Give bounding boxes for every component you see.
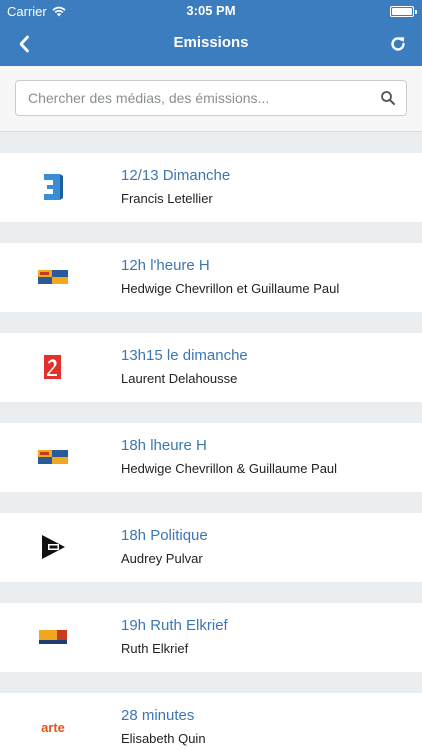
emission-list: 12/13 Dimanche Francis Letellier 12h l'h…	[0, 153, 422, 750]
emission-host: Audrey Pulvar	[121, 551, 203, 566]
emission-title: 19h Ruth Elkrief	[121, 617, 228, 634]
itele-logo	[22, 525, 84, 569]
emission-host: Elisabeth Quin	[121, 731, 206, 746]
france3-logo	[22, 165, 84, 209]
emission-row[interactable]: 18h lheure H Hedwige Chevrillon & Guilla…	[0, 423, 422, 492]
emission-title: 28 minutes	[121, 707, 195, 724]
search-icon[interactable]	[380, 90, 396, 106]
bfmtv-logo	[22, 615, 84, 659]
emission-host: Ruth Elkrief	[121, 641, 189, 656]
emission-row[interactable]: 12/13 Dimanche Francis Letellier	[0, 153, 422, 222]
arte-logo: arte	[41, 719, 65, 735]
emission-host: Hedwige Chevrillon et Guillaume Paul	[121, 281, 340, 296]
refresh-button[interactable]	[384, 30, 412, 58]
emission-host: Hedwige Chevrillon & Guillaume Paul	[121, 461, 338, 476]
emission-title: 18h lheure H	[121, 437, 207, 454]
search-input[interactable]	[28, 81, 378, 115]
battery-icon	[390, 6, 417, 17]
emission-row[interactable]: 12h l'heure H Hedwige Chevrillon et Guil…	[0, 243, 422, 312]
bfm-business-logo	[22, 435, 84, 479]
france2-logo	[22, 345, 84, 389]
emission-row[interactable]: 18h Politique Audrey Pulvar	[0, 513, 422, 582]
search-box[interactable]	[15, 80, 407, 116]
emission-title: 12h l'heure H	[121, 257, 210, 274]
emission-row[interactable]: 19h Ruth Elkrief Ruth Elkrief	[0, 603, 422, 672]
status-bar: Carrier 3:05 PM	[0, 0, 422, 22]
emission-row[interactable]: 13h15 le dimanche Laurent Delahousse	[0, 333, 422, 402]
emission-host: Laurent Delahousse	[121, 371, 238, 386]
status-time: 3:05 PM	[186, 3, 236, 18]
emission-title: 12/13 Dimanche	[121, 167, 231, 184]
search-area	[0, 66, 422, 132]
emission-title: 13h15 le dimanche	[121, 347, 248, 364]
nav-bar: Emissions	[0, 22, 422, 66]
emission-host: Francis Letellier	[121, 191, 213, 206]
page-title: Emissions	[173, 34, 249, 51]
emission-title: 18h Politique	[121, 527, 208, 544]
emission-row[interactable]: arte 28 minutes Elisabeth Quin	[0, 693, 422, 750]
bfm-business-logo	[22, 255, 84, 299]
refresh-icon	[391, 37, 405, 51]
